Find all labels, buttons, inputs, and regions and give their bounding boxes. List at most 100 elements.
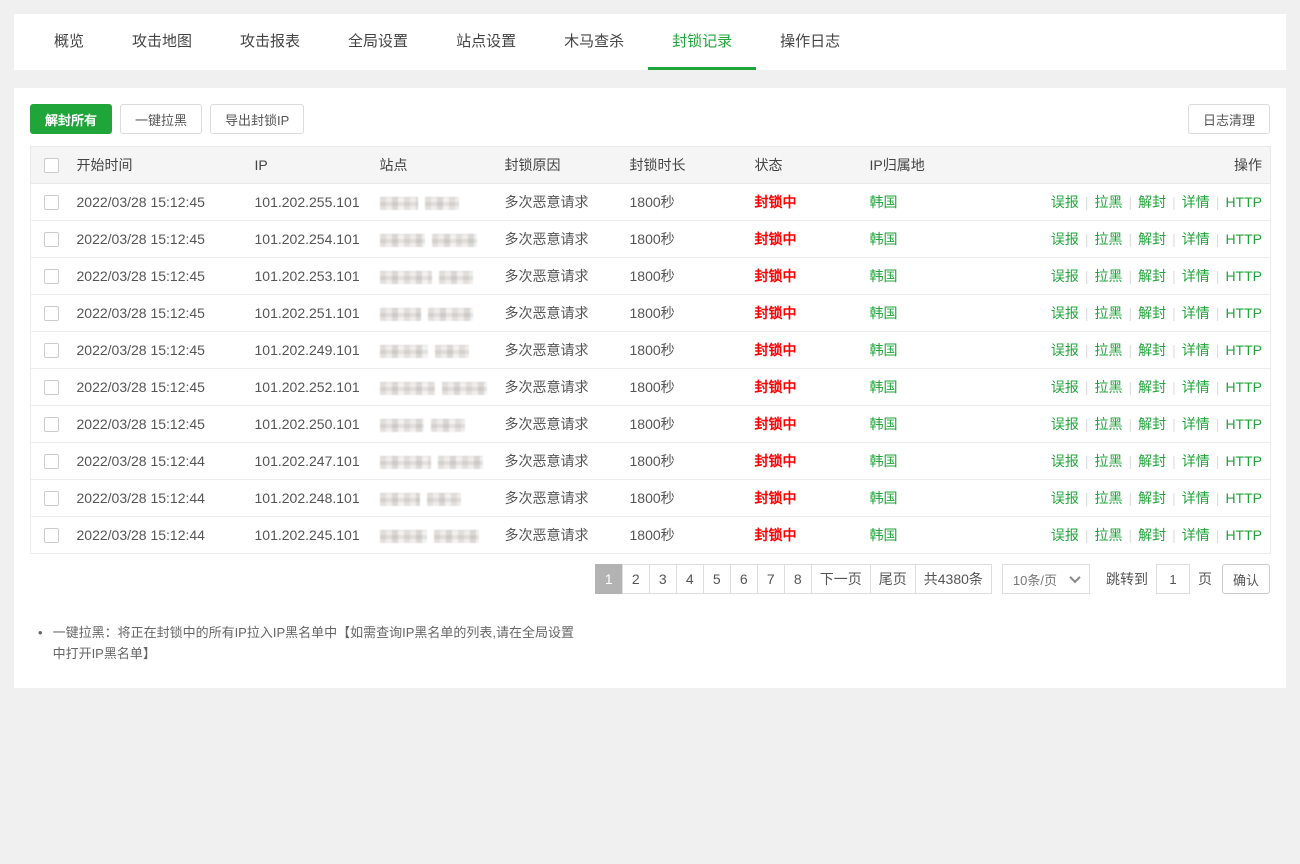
tab-trojan-scan[interactable]: 木马查杀 (540, 14, 648, 70)
action-link-details[interactable]: 详情 (1182, 453, 1210, 469)
action-link-blacklist[interactable]: 拉黑 (1095, 527, 1123, 543)
action-link-http[interactable]: HTTP (1225, 194, 1262, 210)
action-link-details[interactable]: 详情 (1182, 342, 1210, 358)
action-link-unblock[interactable]: 解封 (1138, 342, 1166, 358)
cell-actions: 误报|拉黑|解封|详情|HTTP (1031, 443, 1271, 480)
action-separator: | (1216, 416, 1220, 432)
row-checkbox[interactable] (44, 269, 59, 284)
row-checkbox[interactable] (44, 454, 59, 469)
page-button-4[interactable]: 4 (676, 564, 704, 594)
action-link-details[interactable]: 详情 (1182, 416, 1210, 432)
action-link-blacklist[interactable]: 拉黑 (1095, 194, 1123, 210)
action-link-unblock[interactable]: 解封 (1138, 268, 1166, 284)
site-blur-block (380, 382, 435, 395)
action-link-http[interactable]: HTTP (1225, 231, 1262, 247)
action-separator: | (1129, 379, 1133, 395)
action-separator: | (1216, 379, 1220, 395)
tab-attack-map[interactable]: 攻击地图 (108, 14, 216, 70)
action-link-http[interactable]: HTTP (1225, 527, 1262, 543)
row-checkbox[interactable] (44, 343, 59, 358)
unblock-all-button[interactable]: 解封所有 (30, 104, 112, 134)
action-link-details[interactable]: 详情 (1182, 527, 1210, 543)
action-link-misreport[interactable]: 误报 (1051, 527, 1079, 543)
row-checkbox[interactable] (44, 491, 59, 506)
action-link-http[interactable]: HTTP (1225, 453, 1262, 469)
action-link-unblock[interactable]: 解封 (1138, 231, 1166, 247)
export-blocked-ip-button[interactable]: 导出封锁IP (210, 104, 304, 134)
page-button-3[interactable]: 3 (649, 564, 677, 594)
action-link-misreport[interactable]: 误报 (1051, 305, 1079, 321)
select-all-checkbox[interactable] (44, 158, 59, 173)
row-checkbox[interactable] (44, 380, 59, 395)
last-page-button[interactable]: 尾页 (870, 564, 916, 594)
cell-start-time: 2022/03/28 15:12:45 (73, 221, 251, 258)
action-link-unblock[interactable]: 解封 (1138, 527, 1166, 543)
action-link-http[interactable]: HTTP (1225, 416, 1262, 432)
action-link-details[interactable]: 详情 (1182, 379, 1210, 395)
action-link-details[interactable]: 详情 (1182, 194, 1210, 210)
action-link-blacklist[interactable]: 拉黑 (1095, 268, 1123, 284)
tab-overview[interactable]: 概览 (30, 14, 108, 70)
action-link-unblock[interactable]: 解封 (1138, 453, 1166, 469)
action-link-http[interactable]: HTTP (1225, 268, 1262, 284)
action-link-blacklist[interactable]: 拉黑 (1095, 305, 1123, 321)
action-link-unblock[interactable]: 解封 (1138, 416, 1166, 432)
action-link-http[interactable]: HTTP (1225, 379, 1262, 395)
page-button-2[interactable]: 2 (622, 564, 650, 594)
row-checkbox[interactable] (44, 195, 59, 210)
action-link-misreport[interactable]: 误报 (1051, 490, 1079, 506)
row-checkbox[interactable] (44, 232, 59, 247)
action-link-details[interactable]: 详情 (1182, 490, 1210, 506)
action-link-unblock[interactable]: 解封 (1138, 490, 1166, 506)
per-page-select[interactable]: 10条/页 (1002, 564, 1090, 594)
page-button-7[interactable]: 7 (757, 564, 785, 594)
action-separator: | (1129, 231, 1133, 247)
action-link-details[interactable]: 详情 (1182, 305, 1210, 321)
cell-site-redacted (376, 406, 501, 443)
action-link-misreport[interactable]: 误报 (1051, 416, 1079, 432)
action-link-blacklist[interactable]: 拉黑 (1095, 231, 1123, 247)
action-link-misreport[interactable]: 误报 (1051, 379, 1079, 395)
action-link-blacklist[interactable]: 拉黑 (1095, 342, 1123, 358)
action-link-blacklist[interactable]: 拉黑 (1095, 490, 1123, 506)
table-row: 2022/03/28 15:12:44101.202.247.101多次恶意请求… (31, 443, 1271, 480)
row-checkbox[interactable] (44, 528, 59, 543)
row-checkbox[interactable] (44, 306, 59, 321)
action-link-misreport[interactable]: 误报 (1051, 342, 1079, 358)
page-button-6[interactable]: 6 (730, 564, 758, 594)
action-link-unblock[interactable]: 解封 (1138, 194, 1166, 210)
action-link-unblock[interactable]: 解封 (1138, 305, 1166, 321)
cell-status: 封锁中 (751, 443, 866, 480)
action-link-misreport[interactable]: 误报 (1051, 194, 1079, 210)
row-checkbox[interactable] (44, 417, 59, 432)
log-clean-button[interactable]: 日志清理 (1188, 104, 1270, 134)
action-link-misreport[interactable]: 误报 (1051, 231, 1079, 247)
next-page-button[interactable]: 下一页 (811, 564, 871, 594)
action-link-misreport[interactable]: 误报 (1051, 453, 1079, 469)
page-button-8[interactable]: 8 (784, 564, 812, 594)
action-link-http[interactable]: HTTP (1225, 490, 1262, 506)
tab-block-records[interactable]: 封锁记录 (648, 14, 756, 70)
action-separator: | (1216, 490, 1220, 506)
action-link-http[interactable]: HTTP (1225, 342, 1262, 358)
tab-global-settings[interactable]: 全局设置 (324, 14, 432, 70)
action-link-details[interactable]: 详情 (1182, 231, 1210, 247)
table-row: 2022/03/28 15:12:45101.202.253.101多次恶意请求… (31, 258, 1271, 295)
action-link-unblock[interactable]: 解封 (1138, 379, 1166, 395)
jump-page-input[interactable] (1156, 564, 1190, 594)
action-link-blacklist[interactable]: 拉黑 (1095, 379, 1123, 395)
action-separator: | (1216, 342, 1220, 358)
confirm-jump-button[interactable]: 确认 (1222, 564, 1270, 594)
action-link-http[interactable]: HTTP (1225, 305, 1262, 321)
tab-operation-log[interactable]: 操作日志 (756, 14, 864, 70)
tab-site-settings[interactable]: 站点设置 (432, 14, 540, 70)
blacklist-all-button[interactable]: 一键拉黑 (120, 104, 202, 134)
action-link-misreport[interactable]: 误报 (1051, 268, 1079, 284)
action-link-details[interactable]: 详情 (1182, 268, 1210, 284)
tab-attack-report[interactable]: 攻击报表 (216, 14, 324, 70)
page-button-5[interactable]: 5 (703, 564, 731, 594)
action-link-blacklist[interactable]: 拉黑 (1095, 416, 1123, 432)
action-link-blacklist[interactable]: 拉黑 (1095, 453, 1123, 469)
page-button-1[interactable]: 1 (595, 564, 623, 594)
site-blur-block (431, 419, 465, 432)
